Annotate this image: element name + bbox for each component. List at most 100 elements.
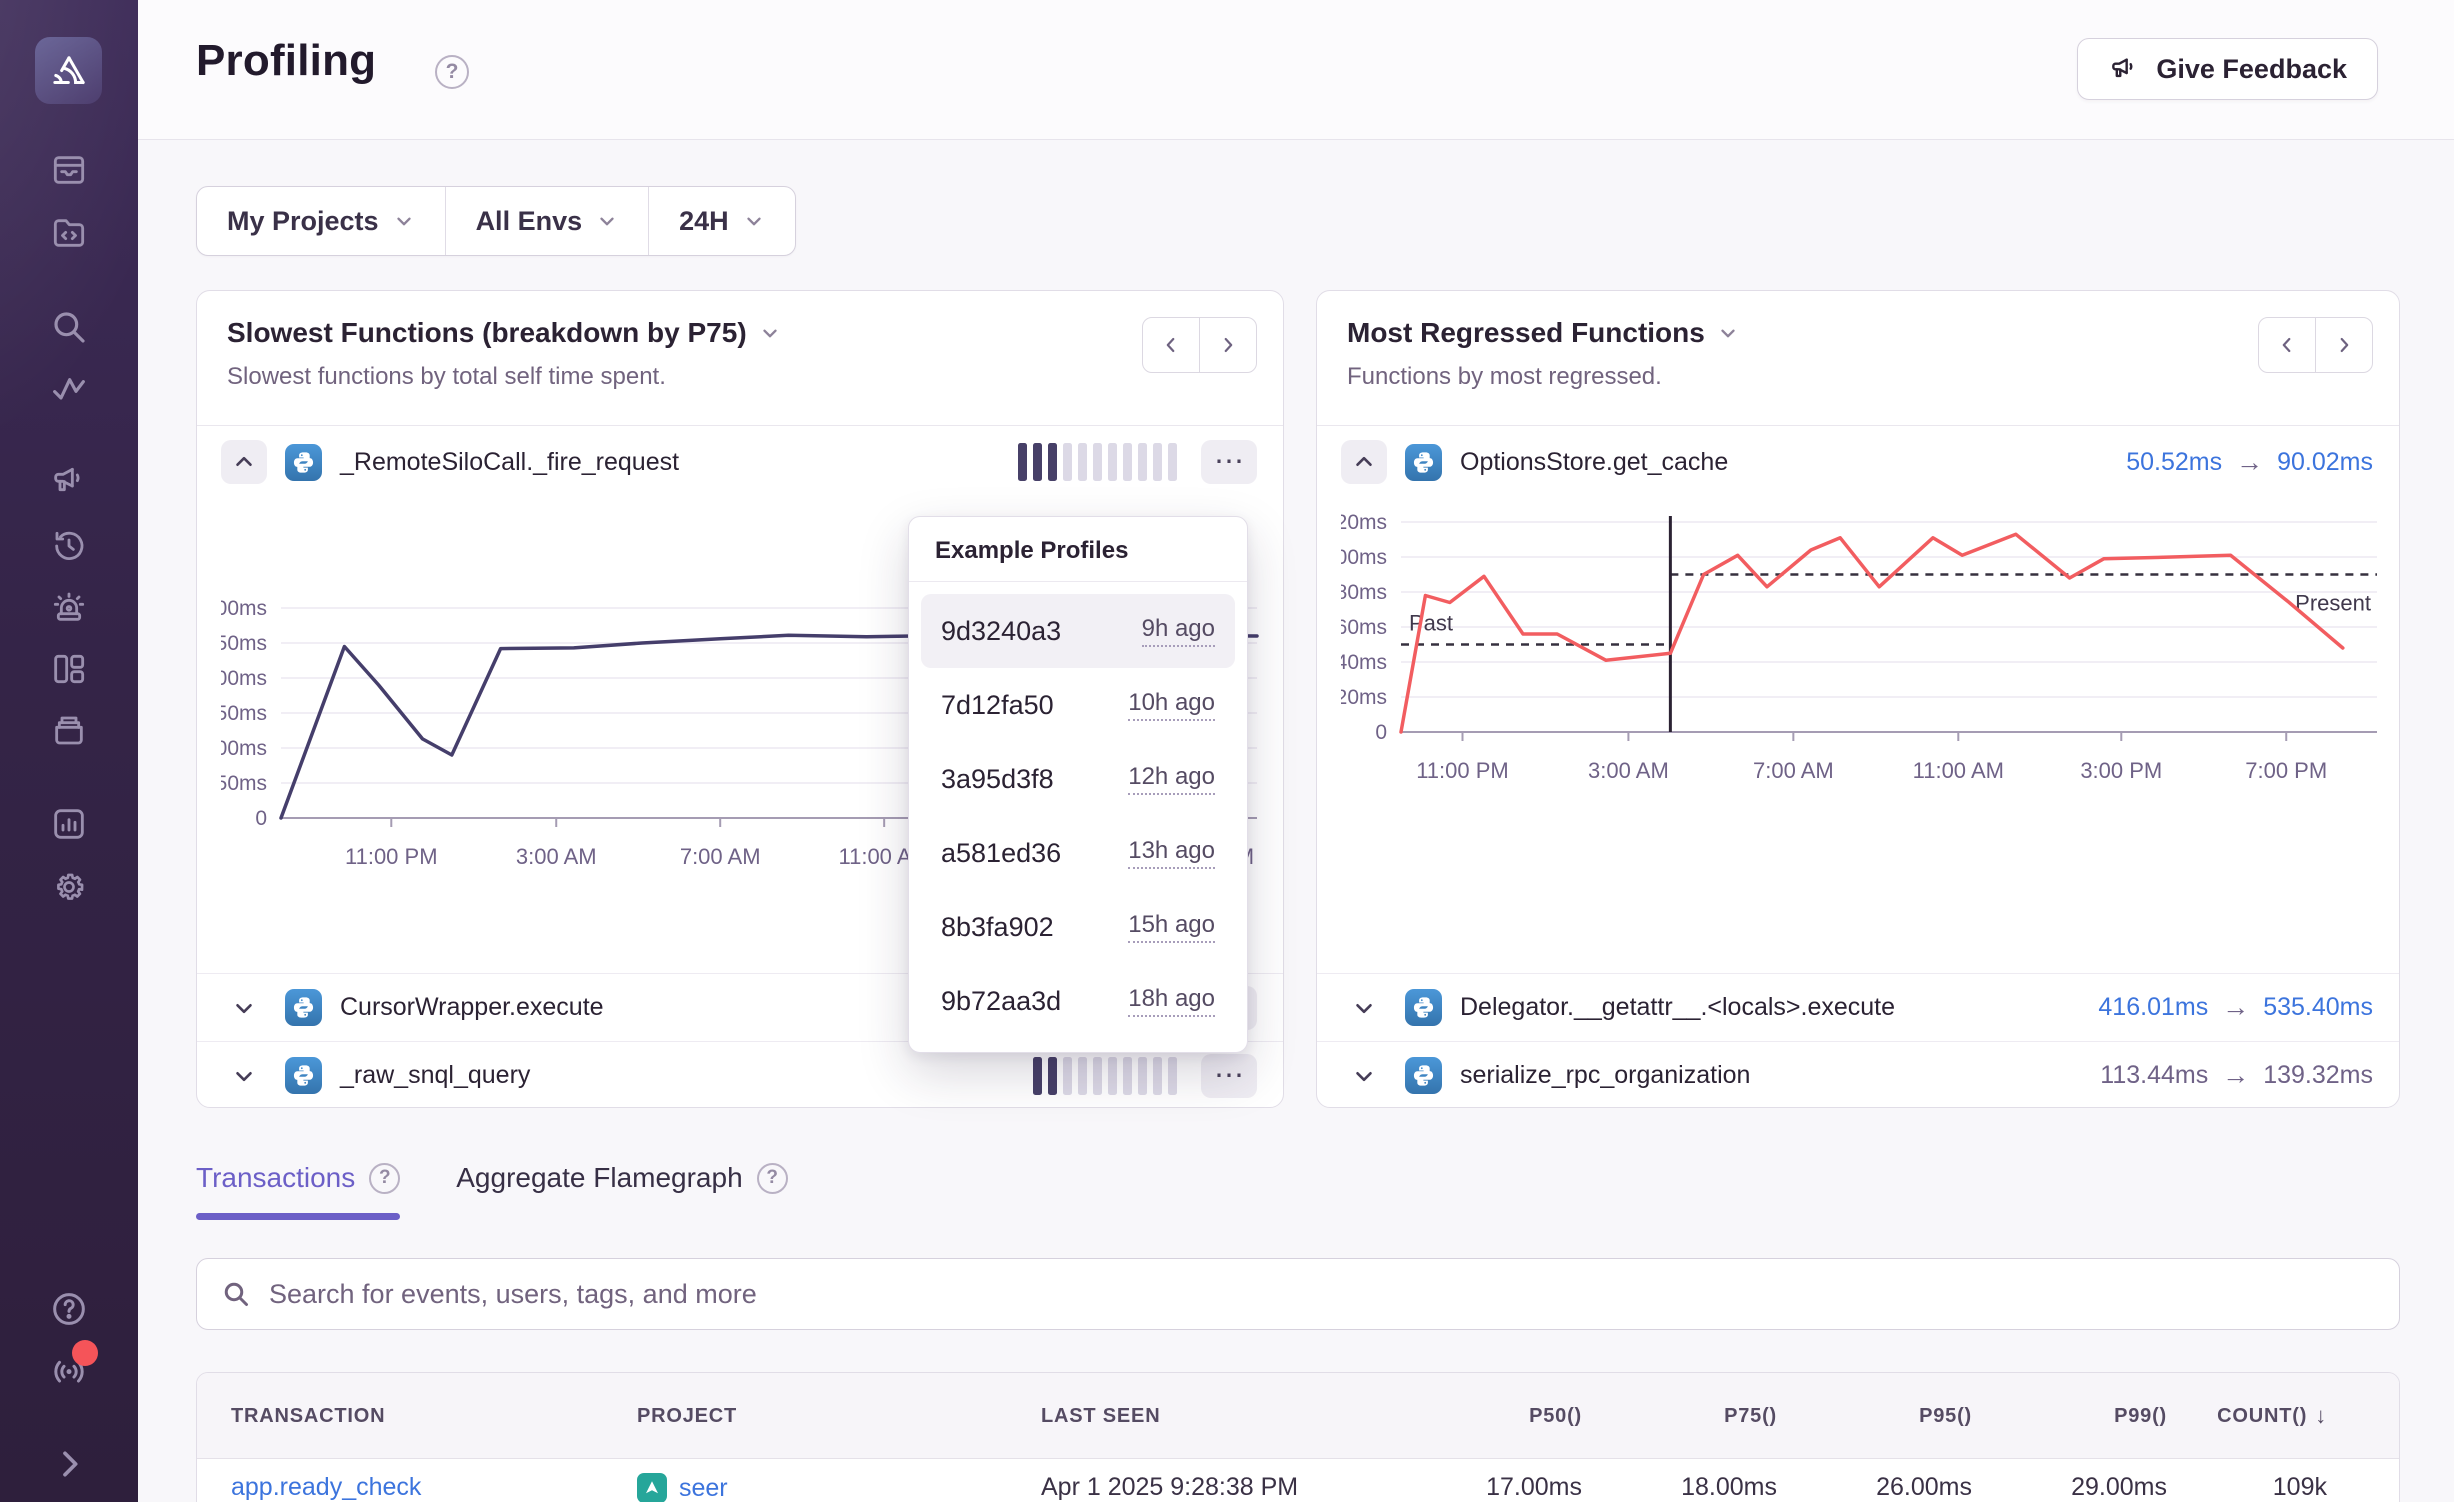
profile-id: 3a95d3f8	[941, 764, 1054, 795]
function-more-button[interactable]: ⋯	[1201, 1054, 1257, 1098]
collapse-function-button[interactable]	[221, 440, 267, 484]
function-name-link[interactable]: OptionsStore.get_cache	[1460, 448, 1728, 477]
give-feedback-button[interactable]: Give Feedback	[2077, 38, 2378, 100]
sidebar	[0, 0, 138, 1502]
feedback-nav-icon[interactable]	[48, 460, 90, 502]
expand-function-button[interactable]	[221, 986, 267, 1030]
before-duration-link[interactable]: 416.01ms	[2098, 993, 2208, 1022]
replays-icon[interactable]	[48, 525, 90, 567]
prev-page-button[interactable]	[1142, 317, 1200, 373]
before-duration-link[interactable]: 50.52ms	[2126, 448, 2222, 477]
before-duration: 113.44ms	[2100, 1061, 2208, 1090]
profile-id: 8b3fa902	[941, 912, 1054, 943]
tab-label: Transactions	[196, 1162, 355, 1194]
table-row: app.ready_check seer Apr 1 2025 9:28:38 …	[197, 1459, 2399, 1502]
page-title: Profiling	[196, 36, 376, 86]
panel-pager	[2258, 317, 2373, 373]
panel-title: Slowest Functions (breakdown by P75)	[227, 317, 747, 349]
expand-function-button[interactable]	[1341, 986, 1387, 1030]
slowest-functions-header: Slowest Functions (breakdown by P75) Slo…	[197, 291, 1283, 426]
collapse-function-button[interactable]	[1341, 440, 1387, 484]
releases-icon[interactable]	[48, 709, 90, 751]
chevron-down-icon	[743, 210, 765, 232]
alerts-icon[interactable]	[48, 586, 90, 628]
stats-icon[interactable]	[48, 803, 90, 845]
issues-icon[interactable]	[48, 149, 90, 191]
projects-icon[interactable]	[48, 212, 90, 254]
svg-text:3:00 AM: 3:00 AM	[1588, 758, 1669, 783]
profile-list-item[interactable]: a581ed36 13h ago	[921, 816, 1235, 890]
svg-text:100ms: 100ms	[221, 737, 267, 760]
profile-time-link[interactable]: 12h ago	[1128, 763, 1215, 795]
filter-bar: My Projects All Envs 24H	[196, 186, 796, 256]
transaction-link[interactable]: app.ready_check	[231, 1473, 421, 1502]
next-page-button[interactable]	[2315, 317, 2373, 373]
profile-time-link[interactable]: 15h ago	[1128, 911, 1215, 943]
function-name-link[interactable]: serialize_rpc_organization	[1460, 1061, 1750, 1090]
chevron-down-icon	[759, 322, 781, 344]
svg-text:100ms: 100ms	[1341, 546, 1387, 569]
profile-list-item[interactable]: 7d12fa50 10h ago	[921, 668, 1235, 742]
top-bar: Profiling ? Give Feedback	[138, 0, 2454, 140]
sentry-logo-icon[interactable]	[35, 37, 102, 104]
function-name-link[interactable]: _raw_snql_query	[340, 1061, 530, 1090]
column-header-project[interactable]: PROJECT	[637, 1373, 737, 1459]
tab-aggregate-flamegraph[interactable]: Aggregate Flamegraph ?	[456, 1162, 787, 1220]
transactions-help-icon[interactable]: ?	[369, 1163, 400, 1194]
profile-id: 9b72aa3d	[941, 986, 1061, 1017]
most-regressed-title-dropdown[interactable]: Most Regressed Functions	[1347, 317, 2371, 349]
next-page-button[interactable]	[1199, 317, 1257, 373]
prev-page-button[interactable]	[2258, 317, 2316, 373]
traces-icon[interactable]	[48, 368, 90, 410]
function-row: serialize_rpc_organization 113.44ms → 13…	[1317, 1041, 2399, 1109]
function-more-button[interactable]: ⋯	[1201, 440, 1257, 484]
profile-list-item[interactable]: 9d3240a3 9h ago	[921, 594, 1235, 668]
function-name-link[interactable]: _RemoteSiloCall._fire_request	[340, 448, 679, 477]
panel-subtitle: Functions by most regressed.	[1347, 363, 2371, 391]
settings-icon[interactable]	[48, 866, 90, 908]
help-icon[interactable]	[48, 1288, 90, 1330]
function-name-link[interactable]: CursorWrapper.execute	[340, 993, 604, 1022]
column-header-count[interactable]: COUNT() ↓	[2127, 1373, 2327, 1459]
expand-function-button[interactable]	[1341, 1054, 1387, 1098]
column-header-last-seen[interactable]: LAST SEEN	[1041, 1373, 1160, 1459]
search-nav-icon[interactable]	[48, 306, 90, 348]
profile-time-link[interactable]: 18h ago	[1128, 985, 1215, 1017]
python-icon	[285, 444, 322, 481]
flamegraph-help-icon[interactable]: ?	[757, 1163, 788, 1194]
column-header-transaction[interactable]: TRANSACTION	[231, 1373, 385, 1459]
profiling-help-icon[interactable]: ?	[435, 55, 469, 89]
profile-time-link[interactable]: 10h ago	[1128, 689, 1215, 721]
panel-title: Most Regressed Functions	[1347, 317, 1705, 349]
after-duration-link[interactable]: 90.02ms	[2277, 448, 2373, 477]
give-feedback-label: Give Feedback	[2156, 54, 2347, 85]
function-name-link[interactable]: Delegator.__getattr__.<locals>.execute	[1460, 993, 1895, 1022]
svg-text:0: 0	[1375, 721, 1387, 744]
dashboards-icon[interactable]	[48, 648, 90, 690]
environment-filter-dropdown[interactable]: All Envs	[445, 187, 649, 255]
tab-transactions[interactable]: Transactions ?	[196, 1162, 400, 1220]
project-filter-dropdown[interactable]: My Projects	[197, 187, 445, 255]
function-sparkline	[1033, 1057, 1177, 1095]
profile-time-link[interactable]: 9h ago	[1142, 615, 1215, 647]
search-input[interactable]	[269, 1279, 2375, 1310]
chevron-down-icon	[393, 210, 415, 232]
after-duration-link[interactable]: 535.40ms	[2263, 993, 2373, 1022]
profile-list-item[interactable]: 8b3fa902 15h ago	[921, 890, 1235, 964]
svg-text:200ms: 200ms	[221, 667, 267, 690]
whats-new-icon[interactable]	[48, 1349, 90, 1391]
profile-list-item[interactable]: 3a95d3f8 12h ago	[921, 742, 1235, 816]
expand-function-button[interactable]	[221, 1054, 267, 1098]
slowest-functions-title-dropdown[interactable]: Slowest Functions (breakdown by P75)	[227, 317, 1255, 349]
chevron-down-icon	[231, 1063, 257, 1089]
column-header-p50[interactable]: P50()	[1377, 1373, 1582, 1459]
arrow-right-icon: →	[2222, 1060, 2249, 1091]
column-header-p75[interactable]: P75()	[1572, 1373, 1777, 1459]
time-range-dropdown[interactable]: 24H	[648, 187, 795, 255]
after-duration: 139.32ms	[2263, 1061, 2373, 1090]
column-header-p95[interactable]: P95()	[1767, 1373, 1972, 1459]
profile-time-link[interactable]: 13h ago	[1128, 837, 1215, 869]
project-link[interactable]: seer	[679, 1474, 728, 1502]
profile-list-item[interactable]: 9b72aa3d 18h ago	[921, 964, 1235, 1038]
expand-sidebar-icon[interactable]	[48, 1443, 90, 1485]
